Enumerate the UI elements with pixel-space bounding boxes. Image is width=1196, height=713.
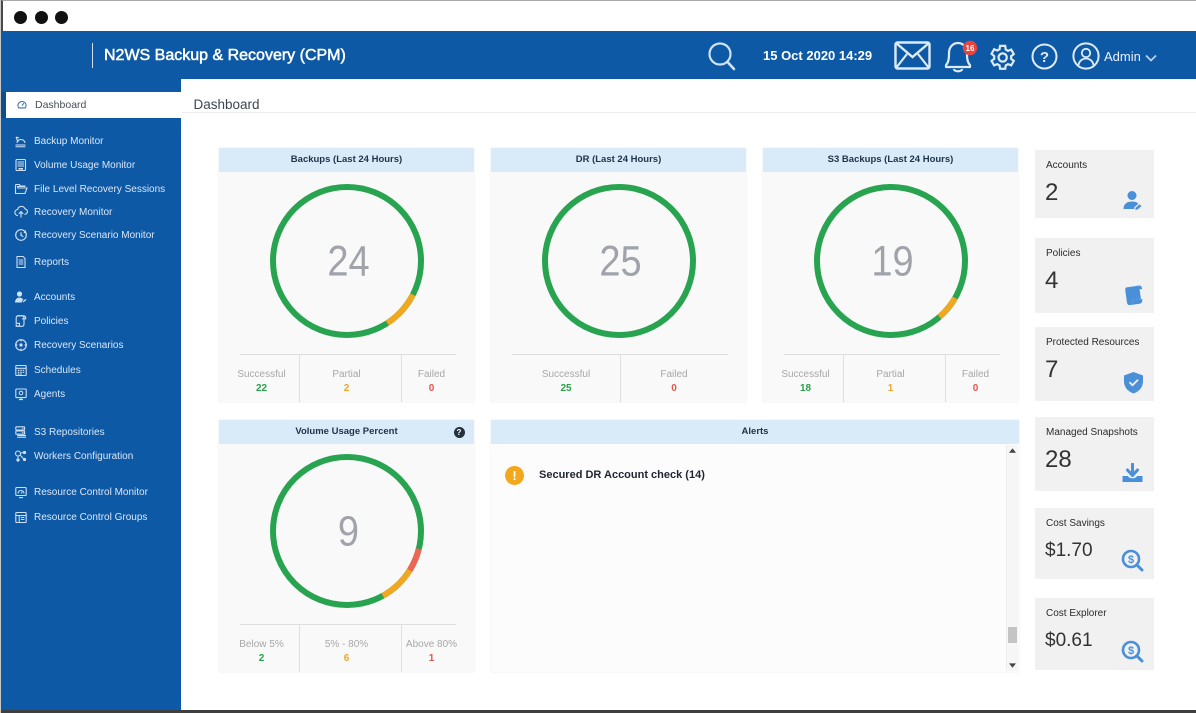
svg-text:?: ? bbox=[1040, 49, 1049, 66]
svg-text:16: 16 bbox=[966, 44, 975, 53]
svg-text:$: $ bbox=[1128, 554, 1134, 566]
svg-text:$: $ bbox=[1128, 645, 1134, 657]
